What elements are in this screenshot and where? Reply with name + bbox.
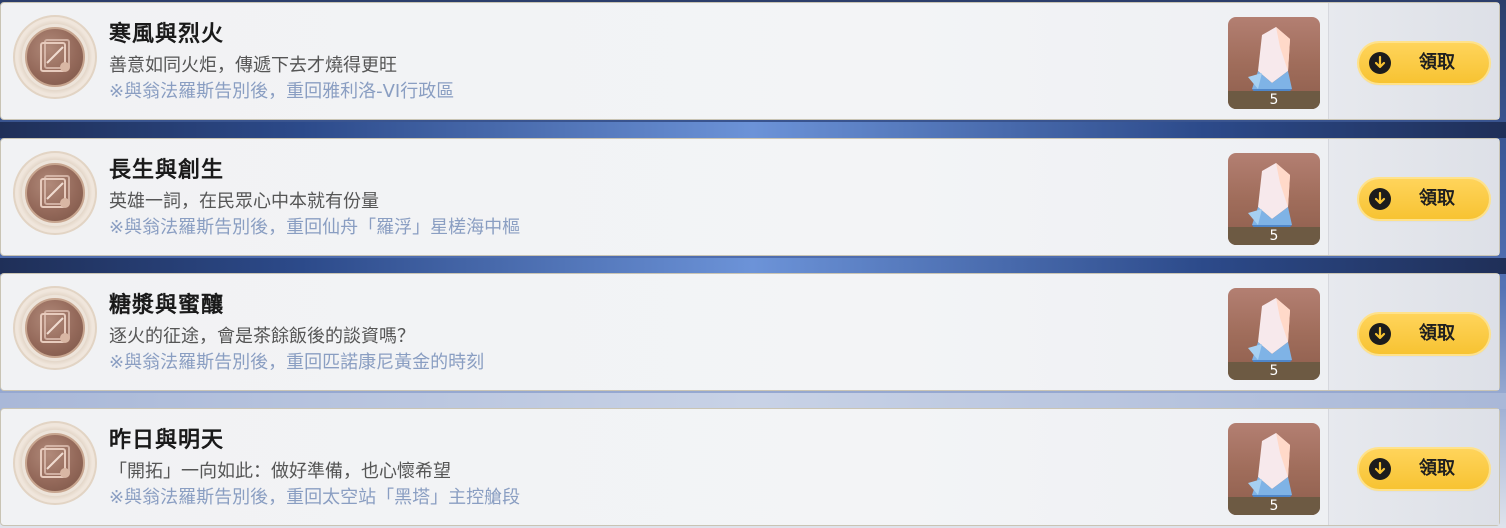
quest-hint: ※與翁法羅斯告別後，重回仙舟「羅浮」星槎海中樞 [109,217,521,238]
quest-card: 糖漿與蜜釀 逐火的征途，會是茶餘飯後的談資嗎？ ※與翁法羅斯告別後，重回匹諾康尼… [0,273,1500,391]
row-separator [0,122,1506,138]
claim-button[interactable]: 領取 [1359,314,1489,354]
quest-card: 長生與創生 英雄一詞，在民眾心中本就有份量 ※與翁法羅斯告別後，重回仙舟「羅浮」… [0,138,1500,256]
row-separator [0,393,1506,409]
reward-count: 5 [1269,228,1279,244]
claim-button-label: 領取 [1419,458,1455,479]
quest-card: 昨日與明天 「開拓」一向如此：做好準備，也心懷希望 ※與翁法羅斯告別後，重回太空… [0,408,1500,526]
quest-description: 「開拓」一向如此：做好準備，也心懷希望 [109,461,451,482]
row-separator [0,258,1506,274]
quest-hint: ※與翁法羅斯告別後，重回太空站「黑塔」主控艙段 [109,487,521,508]
quest-row: 昨日與明天 「開拓」一向如此：做好準備，也心懷希望 ※與翁法羅斯告別後，重回太空… [0,408,1506,528]
reward-count: 5 [1269,363,1279,379]
quest-hint: ※與翁法羅斯告別後，重回雅利洛-VI行政區 [109,81,455,102]
arrow-down-circle-icon [1369,52,1391,74]
reward-item[interactable]: 5 [1228,423,1320,515]
quest-title: 長生與創生 [109,158,225,183]
quest-title: 糖漿與蜜釀 [109,293,225,318]
quest-medal-icon [13,286,97,370]
claim-button[interactable]: 領取 [1359,43,1489,83]
quest-hint: ※與翁法羅斯告別後，重回匹諾康尼黃金的時刻 [109,352,485,373]
quest-description: 英雄一詞，在民眾心中本就有份量 [109,191,379,212]
claim-button-label: 領取 [1419,323,1455,344]
quest-card: 寒風與烈火 善意如同火炬，傳遞下去才燒得更旺 ※與翁法羅斯告別後，重回雅利洛-V… [0,2,1500,120]
quest-title: 昨日與明天 [109,428,225,453]
quest-medal-icon [13,151,97,235]
quest-row: 寒風與烈火 善意如同火炬，傳遞下去才燒得更旺 ※與翁法羅斯告別後，重回雅利洛-V… [0,2,1506,122]
quest-row: 長生與創生 英雄一詞，在民眾心中本就有份量 ※與翁法羅斯告別後，重回仙舟「羅浮」… [0,138,1506,258]
quest-medal-icon [13,15,97,99]
quest-list: 寒風與烈火 善意如同火炬，傳遞下去才燒得更旺 ※與翁法羅斯告別後，重回雅利洛-V… [0,0,1506,528]
quest-description: 逐火的征途，會是茶餘飯後的談資嗎？ [109,326,415,347]
arrow-down-circle-icon [1369,323,1391,345]
quest-title: 寒風與烈火 [109,22,225,47]
quest-row: 糖漿與蜜釀 逐火的征途，會是茶餘飯後的談資嗎？ ※與翁法羅斯告別後，重回匹諾康尼… [0,273,1506,393]
reward-item[interactable]: 5 [1228,153,1320,245]
reward-count: 5 [1269,498,1279,514]
claim-button-label: 領取 [1419,52,1455,73]
claim-button[interactable]: 領取 [1359,179,1489,219]
reward-count: 5 [1269,92,1279,108]
quest-medal-icon [13,421,97,505]
reward-item[interactable]: 5 [1228,17,1320,109]
claim-button[interactable]: 領取 [1359,449,1489,489]
claim-button-label: 領取 [1419,188,1455,209]
quest-description: 善意如同火炬，傳遞下去才燒得更旺 [109,55,397,76]
reward-item[interactable]: 5 [1228,288,1320,380]
arrow-down-circle-icon [1369,188,1391,210]
arrow-down-circle-icon [1369,458,1391,480]
